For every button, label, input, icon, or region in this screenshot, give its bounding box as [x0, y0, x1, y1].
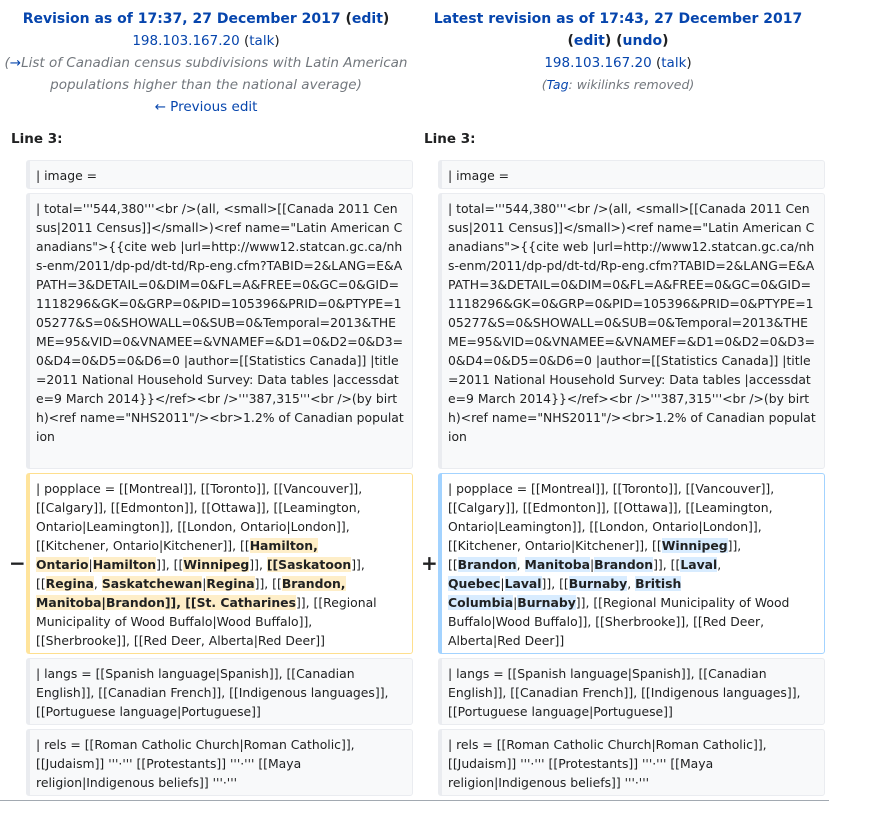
del-text: ]], [[	[254, 576, 282, 591]
left-context-langs: | langs = [[Spanish language|Spanish]], …	[26, 658, 413, 725]
inserted-text: Laval	[504, 576, 542, 591]
right-edit-link[interactable]: edit	[574, 33, 605, 49]
left-revision-header: Revision as of 17:37, 27 December 2017 (…	[0, 8, 412, 118]
removed-text: [[Saskatoon	[266, 557, 352, 572]
left-edit-paren-close: )	[382, 11, 390, 27]
right-context-image: | image =	[438, 160, 825, 189]
inserted-text: Laval	[680, 557, 718, 572]
right-user-line: 198.103.167.20 (talk)	[544, 55, 692, 71]
removed-text: Regina	[206, 576, 255, 591]
inserted-text: Burnaby	[517, 595, 576, 610]
del-text: ]], [[	[156, 557, 184, 572]
added-line-popplace: | popplace = [[Montreal]], [[Toronto]], …	[438, 473, 825, 654]
left-context-total: | total='''544,380'''<br />(all, <small>…	[26, 193, 413, 469]
left-line-number: Line 3:	[11, 131, 63, 147]
added-line-marker: +	[421, 551, 438, 575]
add-text: ]], [[	[541, 576, 569, 591]
left-context-image: | image =	[26, 160, 413, 189]
inserted-text: Winnipeg	[661, 538, 728, 553]
left-edit-paren-open: (	[340, 11, 352, 27]
left-user-link[interactable]: 198.103.167.20	[132, 33, 239, 49]
right-revision-link[interactable]: Latest revision as of 17:43, 27 December…	[434, 11, 802, 27]
tag-line: (Tag: wikilinks removed)	[541, 77, 695, 92]
add-text: ,	[717, 557, 722, 572]
deleted-line-marker: −	[9, 551, 26, 575]
undo-link[interactable]: undo	[623, 33, 663, 49]
removed-text: Regina	[45, 576, 94, 591]
right-talk-link[interactable]: talk	[661, 55, 686, 71]
inserted-text: Manitoba	[524, 557, 590, 572]
left-talk-link[interactable]: talk	[249, 33, 274, 49]
inserted-text: Quebec	[448, 576, 501, 591]
left-edit-link[interactable]: edit	[352, 11, 383, 27]
removed-text: Saskatchewan	[101, 576, 203, 591]
tag-value: wikilinks removed	[576, 77, 690, 92]
del-text: ,	[93, 576, 102, 591]
left-revision-title-line: Revision as of 17:37, 27 December 2017 (…	[0, 8, 412, 30]
left-edit-summary: (→List of Canadian census subdivisions w…	[4, 55, 408, 93]
left-revision-link[interactable]: Revision as of 17:37, 27 December 2017	[23, 11, 341, 27]
right-context-rels: | rels = [[Roman Catholic Church|Roman C…	[438, 729, 825, 796]
inserted-text: Brandon	[457, 557, 517, 572]
diff-bottom-divider	[0, 800, 829, 801]
previous-edit-link[interactable]: ← Previous edit	[155, 99, 258, 115]
right-revision-title-line: Latest revision as of 17:43, 27 December…	[412, 8, 824, 30]
left-user-line: 198.103.167.20 (talk)	[132, 33, 280, 49]
right-context-total: | total='''544,380'''<br />(all, <small>…	[438, 193, 825, 469]
right-context-langs: | langs = [[Spanish language|Spanish]], …	[438, 658, 825, 725]
left-edit-summary-text: List of Canadian census subdivisions wit…	[21, 55, 408, 93]
section-arrow-link[interactable]: →	[10, 55, 21, 71]
left-context-rels: | rels = [[Roman Catholic Church|Roman C…	[26, 729, 413, 796]
inserted-text: Burnaby	[568, 576, 628, 591]
inserted-text: Brandon	[594, 557, 654, 572]
removed-text: Winnipeg	[183, 557, 250, 572]
right-actions-line: (edit) (undo)	[567, 33, 669, 49]
add-text: ,	[627, 576, 636, 591]
removed-text: Hamilton	[92, 557, 157, 572]
add-text: |	[500, 576, 505, 591]
add-text: ,	[516, 557, 525, 572]
deleted-line-popplace: | popplace = [[Montreal]], [[Toronto]], …	[26, 473, 413, 654]
right-user-link[interactable]: 198.103.167.20	[544, 55, 651, 71]
add-text: ]], [[	[653, 557, 681, 572]
right-line-number: Line 3:	[424, 131, 476, 147]
right-revision-header: Latest revision as of 17:43, 27 December…	[412, 8, 824, 96]
del-text: ]],	[249, 557, 267, 572]
tag-link[interactable]: Tag	[547, 77, 569, 92]
